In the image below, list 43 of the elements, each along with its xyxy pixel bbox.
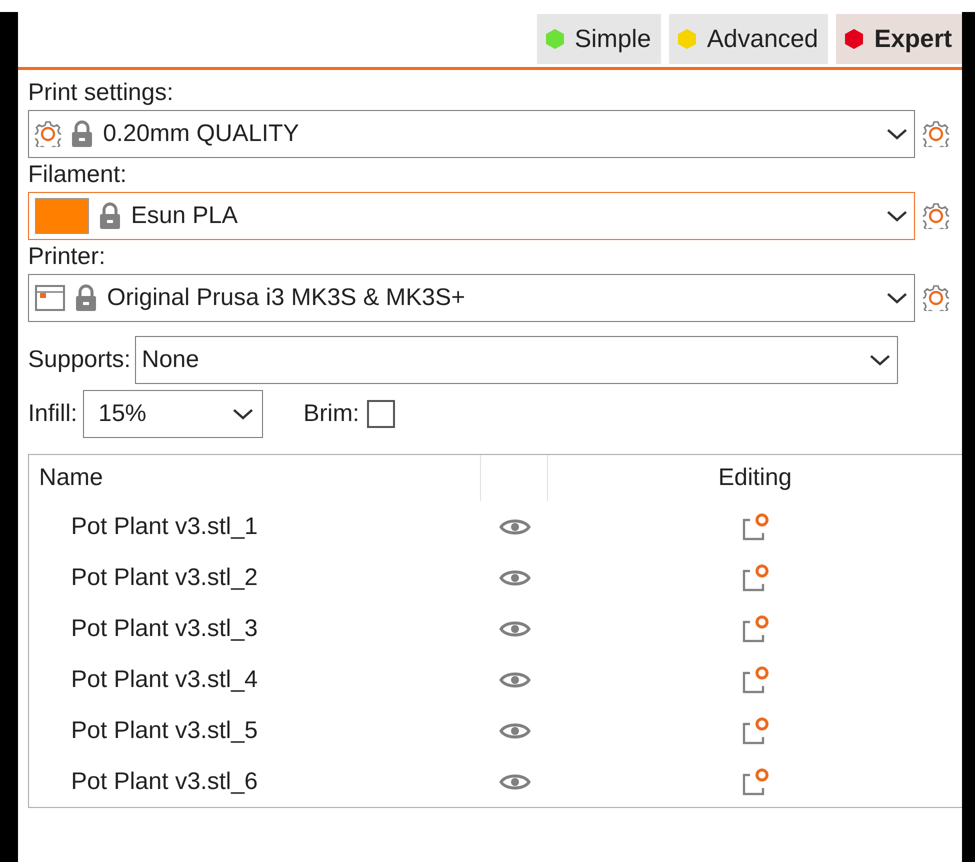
- chevron-down-icon: [886, 209, 908, 223]
- chevron-down-icon: [232, 407, 254, 421]
- edit-settings-icon[interactable]: [740, 512, 770, 542]
- infill-dropdown[interactable]: 15%: [83, 390, 264, 438]
- supports-label: Supports:: [28, 346, 131, 374]
- edit-settings-icon[interactable]: [740, 766, 770, 796]
- lock-icon: [71, 120, 93, 148]
- gear-icon: [35, 121, 61, 147]
- settings-icon[interactable]: [923, 285, 949, 311]
- column-header[interactable]: Editing: [548, 455, 962, 501]
- object-name[interactable]: Pot Plant v3.stl_2: [29, 564, 481, 592]
- object-name[interactable]: Pot Plant v3.stl_6: [29, 768, 481, 796]
- color-swatch[interactable]: [35, 198, 89, 234]
- edit-settings-icon[interactable]: [740, 716, 770, 746]
- object-name[interactable]: Pot Plant v3.stl_5: [29, 716, 481, 744]
- chevron-down-icon: [868, 353, 891, 367]
- preset-label: Filament:: [28, 160, 128, 190]
- column-header[interactable]: Name: [29, 455, 481, 501]
- preset-dropdown[interactable]: 0.20mm QUALITY: [28, 110, 915, 158]
- object-name[interactable]: Pot Plant v3.stl_3: [29, 614, 481, 642]
- settings-icon[interactable]: [923, 121, 949, 147]
- chevron-down-icon: [886, 291, 908, 305]
- mode-tab[interactable]: Simple: [536, 14, 661, 64]
- edit-settings-icon[interactable]: [740, 664, 770, 694]
- infill-label: Infill:: [28, 400, 78, 428]
- edit-settings-icon[interactable]: [740, 614, 770, 644]
- mode-tab[interactable]: Advanced: [668, 14, 828, 64]
- object-name[interactable]: Pot Plant v3.stl_4: [29, 666, 481, 694]
- supports-dropdown[interactable]: None: [134, 336, 898, 384]
- object-name[interactable]: Pot Plant v3.stl_1: [29, 512, 481, 540]
- preset-label: Printer:: [28, 242, 106, 272]
- printer-window-icon: [35, 285, 65, 311]
- settings-icon[interactable]: [923, 203, 949, 229]
- edit-settings-icon[interactable]: [740, 562, 770, 592]
- lock-icon: [75, 284, 97, 312]
- brim-checkbox[interactable]: [367, 400, 396, 428]
- preset-dropdown[interactable]: Esun PLA: [28, 192, 915, 240]
- preset-dropdown[interactable]: Original Prusa i3 MK3S & MK3S+: [28, 274, 915, 322]
- chevron-down-icon: [886, 127, 908, 141]
- preset-label: Print settings:: [28, 78, 174, 108]
- lock-icon: [99, 202, 121, 230]
- brim-label: Brim:: [303, 400, 360, 428]
- mode-tab[interactable]: Expert: [836, 14, 962, 64]
